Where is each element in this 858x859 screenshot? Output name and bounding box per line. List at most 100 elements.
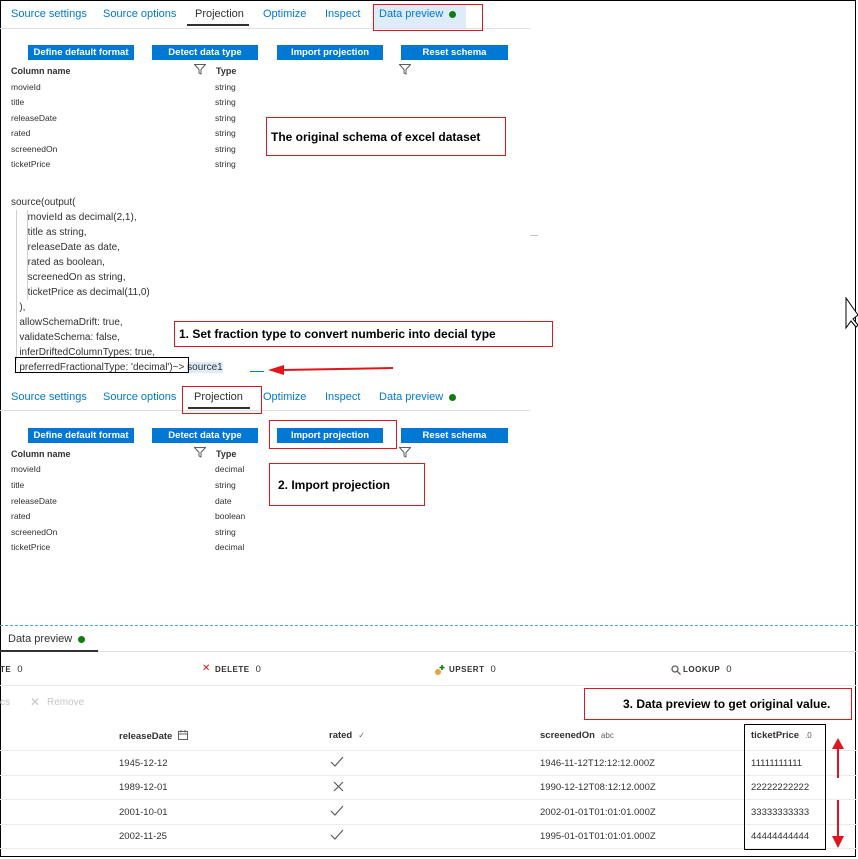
data-flow-script[interactable]: source(output( movieId as decimal(2,1), … <box>11 195 223 375</box>
tab-optimize[interactable]: Optimize <box>263 8 306 20</box>
tab-inspect[interactable]: Inspect <box>325 8 360 20</box>
code-line: releaseDate as date, <box>11 242 120 253</box>
schema-column-type[interactable]: string <box>215 82 236 92</box>
schema-column-type[interactable]: decimal <box>215 542 244 552</box>
detect-data-type-button[interactable]: Detect data type <box>152 45 258 60</box>
filter-funnel-icon[interactable] <box>194 447 206 458</box>
code-line: ), <box>11 302 26 313</box>
define-default-format-button[interactable]: Define default format <box>28 428 134 443</box>
schema-column-type[interactable]: string <box>215 527 236 537</box>
calendar-icon <box>178 730 189 740</box>
stat-label: DELETE <box>215 665 250 674</box>
stat-label: LOOKUP <box>683 665 721 674</box>
schema-column-name: title <box>11 480 25 490</box>
cell-screened-on: 1946-11-12T12:12:12.000Z <box>540 758 655 769</box>
row-divider <box>0 799 858 800</box>
define-default-format-button[interactable]: Define default format <box>28 45 134 60</box>
tab-inspect[interactable]: Inspect <box>325 391 360 403</box>
schema-column-name: movieId <box>11 464 41 474</box>
column-header-label: screenedOn <box>540 730 595 741</box>
delete-icon: ✕ <box>202 663 211 674</box>
tab-optimize[interactable]: Optimize <box>263 391 306 403</box>
column-header-label: rated <box>329 730 353 741</box>
schema-column-type[interactable]: string <box>215 128 236 138</box>
column-name-header: Column name <box>11 449 71 459</box>
schema-column-name: rated <box>11 128 31 138</box>
tab-active-underline <box>0 650 98 652</box>
schema-column-name: ticketPrice <box>11 159 51 169</box>
column-header-release-date[interactable]: releaseDate <box>119 730 189 742</box>
import-projection-button[interactable]: Import projection <box>277 45 383 60</box>
editor-cursor-line <box>250 371 264 372</box>
tab-data-preview[interactable]: Data preview <box>379 391 457 403</box>
cell-release-date: 2002-11-25 <box>119 831 167 842</box>
faded-toolbar-text: cs <box>0 697 10 708</box>
tab-bar-divider <box>0 410 530 411</box>
schema-column-name: screenedOn <box>11 527 58 537</box>
column-header-label: releaseDate <box>119 731 173 742</box>
annotation-original-schema: The original schema of excel dataset <box>266 117 506 156</box>
tab-active-underline <box>187 24 249 26</box>
cell-screened-on: 2002-01-01T01:01:01.000Z <box>540 807 656 818</box>
code-line: movieId as decimal(2,1), <box>11 212 137 223</box>
column-header-rated[interactable]: rated ✓ <box>329 730 365 741</box>
table-header-divider <box>0 750 858 751</box>
remove-button[interactable]: Remove <box>47 697 84 708</box>
check-icon <box>330 756 344 767</box>
schema-column-type[interactable]: string <box>215 159 236 169</box>
schema-column-type[interactable]: date <box>215 496 232 506</box>
filter-funnel-icon[interactable] <box>194 64 206 75</box>
reset-schema-button[interactable]: Reset schema <box>401 428 508 443</box>
reset-schema-button[interactable]: Reset schema <box>401 45 508 60</box>
type-header: Type <box>216 66 237 76</box>
annotation-arrow-icon <box>268 365 394 375</box>
stat-label: TE <box>0 665 12 674</box>
schema-column-type[interactable]: string <box>215 113 236 123</box>
cell-release-date: 2001-10-01 <box>119 807 168 818</box>
tab-projection[interactable]: Projection <box>195 8 244 20</box>
detect-data-type-button[interactable]: Detect data type <box>152 428 258 443</box>
code-line: rated as boolean, <box>11 257 105 268</box>
cross-icon <box>333 781 344 792</box>
schema-column-type[interactable]: string <box>215 97 236 107</box>
stat-lookup: LOOKUP 0 <box>683 664 732 675</box>
stat-upsert: UPSERT 0 <box>449 664 496 675</box>
stat-count: 0 <box>726 664 732 675</box>
schema-column-name: ticketPrice <box>11 542 51 552</box>
code-line: screenedOn as string, <box>11 272 126 283</box>
tab-source-options[interactable]: Source options <box>103 8 176 20</box>
tab-data-preview-bottom[interactable]: Data preview <box>8 633 86 645</box>
schema-column-name: releaseDate <box>11 113 57 123</box>
schema-column-type[interactable]: boolean <box>215 511 245 521</box>
filter-funnel-icon[interactable] <box>399 64 411 75</box>
schema-column-type[interactable]: decimal <box>215 464 244 474</box>
tab-source-settings[interactable]: Source settings <box>11 8 87 20</box>
lookup-icon <box>671 665 681 675</box>
stat-delete: DELETE 0 <box>215 664 261 675</box>
abc-type-icon: abc <box>600 731 614 740</box>
schema-column-type[interactable]: string <box>215 144 236 154</box>
tab-source-settings[interactable]: Source settings <box>11 391 87 403</box>
annotation-box-preferred-fractional-type <box>15 357 189 373</box>
row-divider <box>0 848 858 849</box>
stat-count: 0 <box>17 664 23 675</box>
cell-release-date: 1989-12-01 <box>119 782 168 793</box>
annotation-double-arrow-icon <box>832 738 844 848</box>
remove-icon: ✕ <box>30 695 41 709</box>
stat-count: 0 <box>490 664 496 675</box>
row-divider <box>0 775 858 776</box>
data-preview-tab-label: Data preview <box>8 633 73 645</box>
code-line: source(output( <box>11 197 76 208</box>
stat-update: TE 0 <box>0 664 23 675</box>
status-dot-icon <box>449 393 457 401</box>
stats-divider <box>0 685 858 686</box>
schema-column-type[interactable]: string <box>215 480 236 490</box>
schema-column-name: title <box>11 97 25 107</box>
annotation-box-data-preview-tab <box>373 4 483 31</box>
row-divider <box>0 824 858 825</box>
source-name: source1 <box>187 362 223 373</box>
tab-source-options[interactable]: Source options <box>103 391 176 403</box>
filter-funnel-icon[interactable] <box>399 447 411 458</box>
column-header-screened-on[interactable]: screenedOn abc <box>540 730 614 741</box>
cell-screened-on: 1995-01-01T01:01:01.000Z <box>540 831 656 842</box>
